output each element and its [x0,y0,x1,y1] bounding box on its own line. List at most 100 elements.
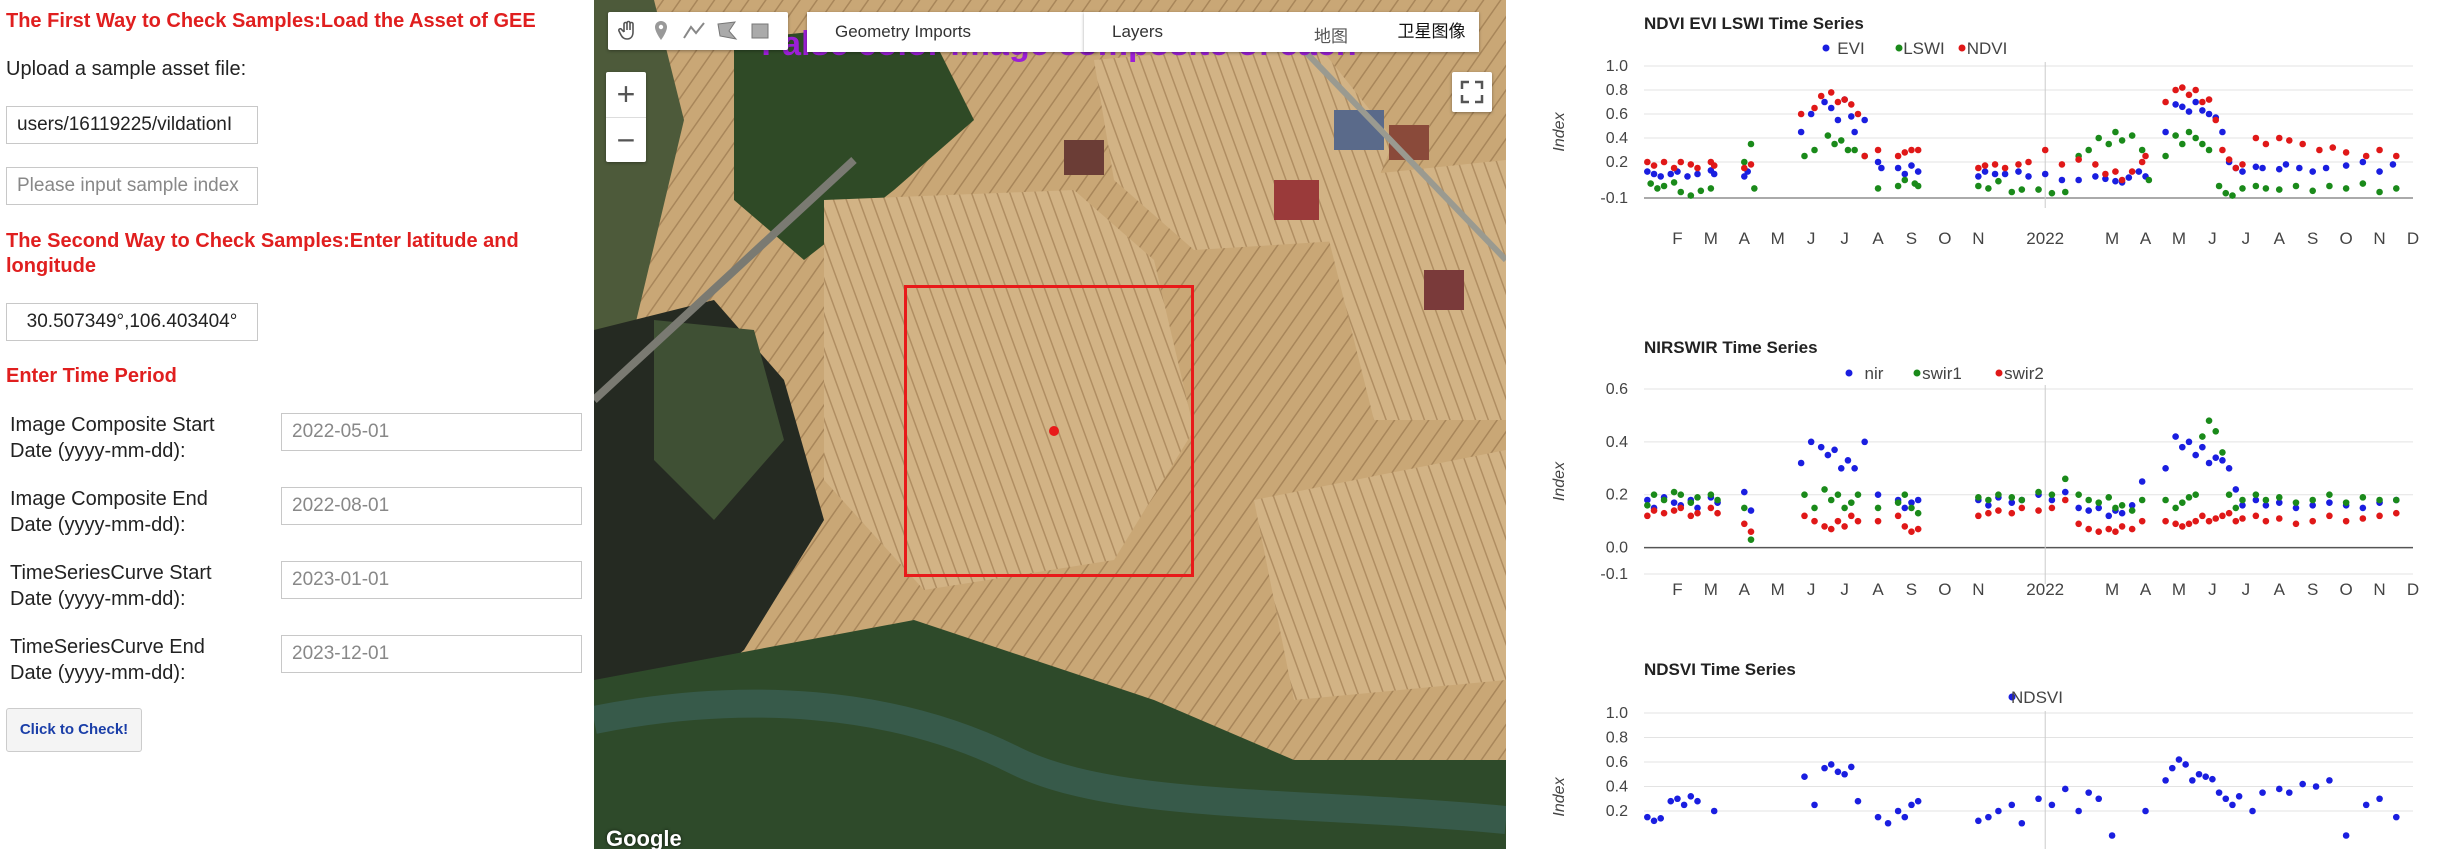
data-point [1831,446,1838,454]
data-point [2299,140,2306,148]
data-point [2172,132,2179,139]
data-point [1747,161,1755,168]
layers-panel[interactable]: Layers 地图 卫星图像 [1084,12,1479,52]
x-tick-label: O [2340,229,2353,248]
data-point [2285,137,2293,144]
data-point [2061,188,2069,196]
composite-start-label: Image Composite Start [10,414,215,436]
zoom-in-button[interactable]: + [606,72,646,118]
data-point [2061,496,2069,504]
data-point [2192,491,2199,499]
y-tick-label: 0.2 [1606,154,1628,171]
data-point [2112,177,2119,185]
data-point [1985,185,1992,192]
line-icon[interactable] [682,19,706,43]
data-point [1697,187,1705,195]
data-point [2389,161,2397,168]
data-point [1985,813,1992,821]
data-point [2326,182,2333,190]
data-point [2112,528,2119,536]
y-tick-label: 0.8 [1606,82,1628,99]
data-point [1894,152,1902,160]
heading-time-period: Enter Time Period [6,365,177,387]
data-point [1847,499,1855,506]
data-point [1801,491,1808,499]
layers-label[interactable]: Layers [1112,22,1163,42]
data-point [2162,98,2169,106]
data-point [1834,116,1842,124]
data-point [1670,488,1678,496]
data-point [1650,162,1658,169]
check-button[interactable]: Click to Check! [6,708,142,752]
x-tick-label: M [1704,580,1718,599]
sample-point-marker[interactable] [1049,426,1059,436]
data-point [2095,795,2103,803]
data-point [2095,134,2103,142]
geometry-imports-panel[interactable]: Geometry Imports [807,12,1097,52]
data-point [1694,509,1701,517]
data-point [1901,491,1909,499]
x-tick-label: F [1672,229,1682,248]
data-point [1824,132,1832,139]
data-point [2376,496,2383,504]
sample-index-input[interactable]: Please input sample index [6,167,258,205]
data-point [2035,507,2042,514]
heading-load-asset: The First Way to Check Samples:Load the … [6,10,536,32]
x-tick-label: J [1807,580,1816,599]
data-point [1981,162,1989,169]
data-point [2252,163,2260,171]
rectangle-icon[interactable] [748,19,772,43]
zoom-out-button[interactable]: − [606,118,646,163]
y-tick-label: -0.1 [1600,566,1628,583]
composite-end-input[interactable]: 2022-08-01 [281,487,582,525]
data-point [1797,459,1805,467]
map-view[interactable]: False color image composite of each Geom… [594,0,1506,849]
x-tick-label: A [2140,580,2152,599]
data-point [2185,128,2193,136]
data-point [1861,116,1868,124]
data-point [2212,427,2220,435]
satellite-button[interactable]: 卫星图像 [1384,12,1479,52]
x-tick-label: F [1672,580,1682,599]
data-point [2001,164,2009,172]
latlon-input[interactable]: 30.507349°,106.403404° [6,303,258,341]
data-point [2172,504,2179,512]
data-point [1975,164,1982,172]
data-point [1741,158,1748,166]
data-point [2359,158,2367,166]
data-point [2001,170,2009,178]
data-point [2359,515,2367,522]
data-point [2219,146,2226,154]
data-point [1647,180,1654,187]
data-point [2041,170,2049,178]
marker-icon[interactable] [649,19,673,43]
data-point [2162,517,2169,525]
data-point [2105,512,2113,520]
map-type-button[interactable]: 地图 [1314,22,1348,47]
fullscreen-button[interactable] [1452,72,1492,112]
x-tick-label: S [2307,229,2318,248]
data-point [2138,496,2146,504]
data-point [1741,164,1748,172]
data-point [1995,807,2002,815]
data-point [2112,168,2119,175]
data-point [1741,504,1748,512]
data-point [1874,158,1882,166]
data-point [1687,793,1695,800]
legend-label: LSWI [1903,39,1945,58]
hand-icon[interactable] [616,19,640,43]
polygon-icon[interactable] [715,19,739,43]
data-point [2092,173,2099,180]
asset-path-input[interactable]: users/16119225/vildationI [6,106,258,144]
data-point [2112,128,2119,136]
data-point [2199,140,2206,148]
curve-end-input[interactable]: 2023-12-01 [281,635,582,673]
data-point [2275,494,2283,501]
data-point [2309,168,2316,175]
curve-start-input[interactable]: 2023-01-01 [281,561,582,599]
data-point [2105,525,2113,533]
data-point [1670,179,1678,186]
x-tick-label: S [1906,580,1917,599]
composite-start-input[interactable]: 2022-05-01 [281,413,582,451]
x-tick-label: M [2172,229,2186,248]
